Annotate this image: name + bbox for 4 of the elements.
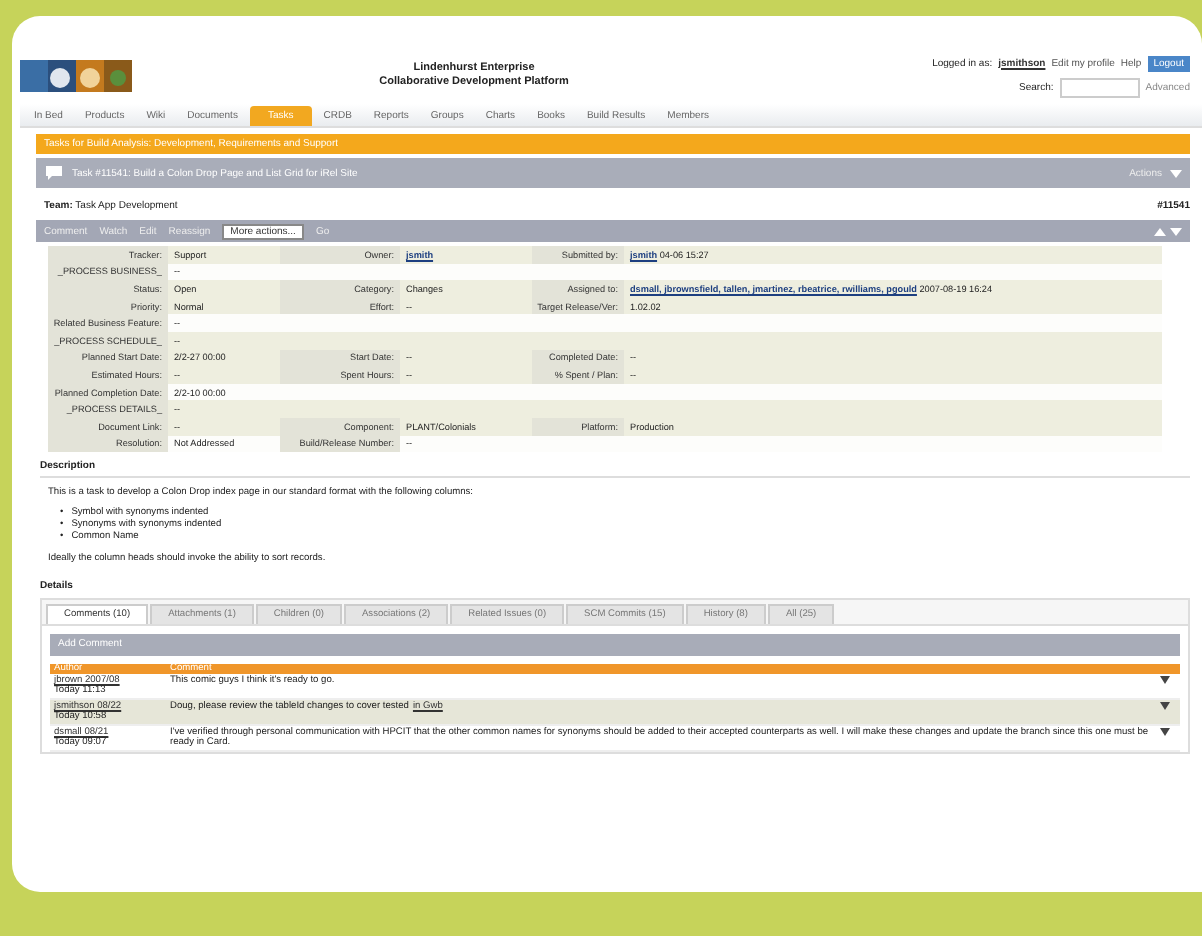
search-field[interactable] [1059,77,1140,97]
expand-icon[interactable] [1160,702,1170,711]
logo-icon [20,56,136,96]
chat-bubble-icon [44,164,64,182]
